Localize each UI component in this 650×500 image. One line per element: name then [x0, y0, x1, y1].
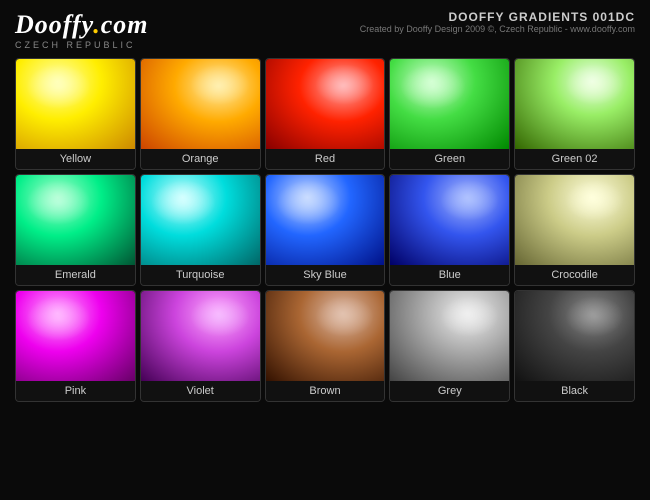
- swatch-label-black: Black: [515, 381, 634, 401]
- swatch-label-grey: Grey: [390, 381, 509, 401]
- swatch-color-grey: [390, 291, 509, 381]
- swatch-color-red: [266, 59, 385, 149]
- swatch-label-yellow: Yellow: [16, 149, 135, 169]
- swatch-label-green02: Green 02: [515, 149, 634, 169]
- swatch-color-turquoise: [141, 175, 260, 265]
- header: Dooffy.com czech republic DOOFFY GRADIEN…: [10, 10, 640, 50]
- logo: Dooffy.com: [15, 10, 148, 40]
- swatch-label-green: Green: [390, 149, 509, 169]
- swatch-color-pink: [16, 291, 135, 381]
- logo-d: D: [15, 10, 35, 39]
- swatch-color-blue: [390, 175, 509, 265]
- swatch-black: Black: [514, 290, 635, 402]
- swatch-label-turquoise: Turquoise: [141, 265, 260, 285]
- swatch-label-blue: Blue: [390, 265, 509, 285]
- swatch-turquoise: Turquoise: [140, 174, 261, 286]
- swatch-color-black: [515, 291, 634, 381]
- swatch-color-green02: [515, 59, 634, 149]
- swatch-green: Green: [389, 58, 510, 170]
- logo-area: Dooffy.com czech republic: [15, 10, 148, 50]
- header-subtitle: Created by Dooffy Design 2009 ©, Czech R…: [360, 24, 635, 34]
- swatch-color-crocodile: [515, 175, 634, 265]
- page: Dooffy.com czech republic DOOFFY GRADIEN…: [0, 0, 650, 500]
- swatch-label-skyblue: Sky Blue: [266, 265, 385, 285]
- swatch-label-brown: Brown: [266, 381, 385, 401]
- swatch-emerald: Emerald: [15, 174, 136, 286]
- swatch-color-skyblue: [266, 175, 385, 265]
- swatch-color-green: [390, 59, 509, 149]
- swatch-label-violet: Violet: [141, 381, 260, 401]
- swatch-label-emerald: Emerald: [16, 265, 135, 285]
- swatch-grey: Grey: [389, 290, 510, 402]
- swatch-label-red: Red: [266, 149, 385, 169]
- swatch-label-orange: Orange: [141, 149, 260, 169]
- swatch-crocodile: Crocodile: [514, 174, 635, 286]
- logo-dot: .: [93, 10, 101, 39]
- swatch-color-orange: [141, 59, 260, 149]
- header-right: DOOFFY GRADIENTS 001DC Created by Dooffy…: [360, 10, 635, 34]
- logo-ooffy: ooffy: [35, 10, 93, 39]
- swatch-label-pink: Pink: [16, 381, 135, 401]
- swatch-color-emerald: [16, 175, 135, 265]
- swatch-label-crocodile: Crocodile: [515, 265, 634, 285]
- swatch-grid: Yellow Orange RedGreen Green 02 Emerald Turqu…: [10, 58, 640, 402]
- swatch-brown: Brown: [265, 290, 386, 402]
- logo-com: com: [101, 10, 149, 39]
- swatch-green02: Green 02: [514, 58, 635, 170]
- header-title: DOOFFY GRADIENTS 001DC: [360, 10, 635, 24]
- swatch-violet: Violet: [140, 290, 261, 402]
- swatch-red: Red: [265, 58, 386, 170]
- swatch-orange: Orange: [140, 58, 261, 170]
- swatch-blue: Blue: [389, 174, 510, 286]
- swatch-yellow: Yellow: [15, 58, 136, 170]
- swatch-color-yellow: [16, 59, 135, 149]
- swatch-pink: Pink: [15, 290, 136, 402]
- swatch-color-brown: [266, 291, 385, 381]
- logo-sub: czech republic: [15, 40, 148, 50]
- swatch-skyblue: Sky Blue: [265, 174, 386, 286]
- swatch-color-violet: [141, 291, 260, 381]
